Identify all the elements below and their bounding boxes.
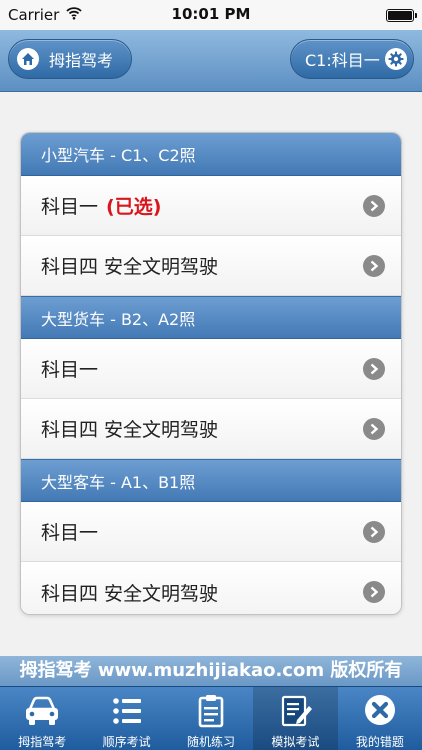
list-item-bus-subject-4[interactable]: 科目四 安全文明驾驶 [21,562,401,614]
list-item-label: 科目一 [41,359,99,381]
license-type-button[interactable]: C1:科目一 [290,39,414,79]
list-item-small-car-subject-4[interactable]: 科目四 安全文明驾驶 [21,236,401,296]
license-subject-list: 小型汽车 - C1、C2照 科目一 (已选) 科目四 安全文明驾驶 大型货车 -… [20,132,402,615]
tab-label: 顺序考试 [102,735,151,749]
list-item-small-car-subject-1[interactable]: 科目一 (已选) [21,176,401,236]
tab-label: 随机练习 [187,735,236,749]
group-header-small-car: 小型汽车 - C1、C2照 [21,133,401,176]
group-header-bus: 大型客车 - A1、B1照 [21,459,401,502]
close-circle-icon [364,695,395,725]
copyright-banner: 拇指驾考 www.muzhijiakao.com 版权所有 [0,656,422,686]
tab-label: 模拟考试 [271,735,320,749]
home-button[interactable]: 拇指驾考 [8,39,132,79]
tab-mock-exam[interactable]: 模拟考试 [253,687,338,750]
chevron-right-icon [363,195,385,217]
clock: 10:01 PM [171,5,251,23]
list-item-truck-subject-1[interactable]: 科目一 [21,339,401,399]
chevron-right-icon [363,581,385,603]
tab-random-practice[interactable]: 随机练习 [169,687,253,750]
home-button-label: 拇指驾考 [49,51,114,70]
navigation-bar: 拇指驾考 C1:科目一 [0,30,422,92]
chevron-right-icon [363,521,385,543]
tab-sequential-exam[interactable]: 顺序考试 [84,687,168,750]
list-item-label: 科目一 [41,196,99,218]
car-icon [26,696,59,725]
chevron-right-icon [363,255,385,277]
list-item-label: 科目四 安全文明驾驶 [41,256,219,278]
battery-icon [386,9,417,22]
list-item-label: 科目四 安全文明驾驶 [41,582,219,605]
chevron-right-icon [363,358,385,380]
list-item-bus-subject-1[interactable]: 科目一 [21,502,401,562]
list-icon [112,698,141,724]
group-header-truck: 大型货车 - B2、A2照 [21,296,401,339]
clipboard-icon [198,695,224,728]
gear-icon [385,48,407,70]
status-bar: Carrier 10:01 PM [0,0,422,30]
list-item-label: 科目四 安全文明驾驶 [41,419,219,441]
list-item-truck-subject-4[interactable]: 科目四 安全文明驾驶 [21,399,401,459]
license-type-label: C1:科目一 [305,51,380,70]
edit-document-icon [282,695,313,727]
home-icon [17,48,39,70]
tab-bar: 拇指驾考 顺序考试 随机练习 模拟考试 我的错题 [0,686,422,750]
tab-my-mistakes[interactable]: 我的错题 [338,687,422,750]
chevron-right-icon [363,418,385,440]
selected-badge: (已选) [106,196,162,218]
list-item-label: 科目一 [41,522,99,544]
tab-label: 我的错题 [355,735,404,749]
tab-home[interactable]: 拇指驾考 [0,687,84,750]
tab-label: 拇指驾考 [18,735,67,749]
